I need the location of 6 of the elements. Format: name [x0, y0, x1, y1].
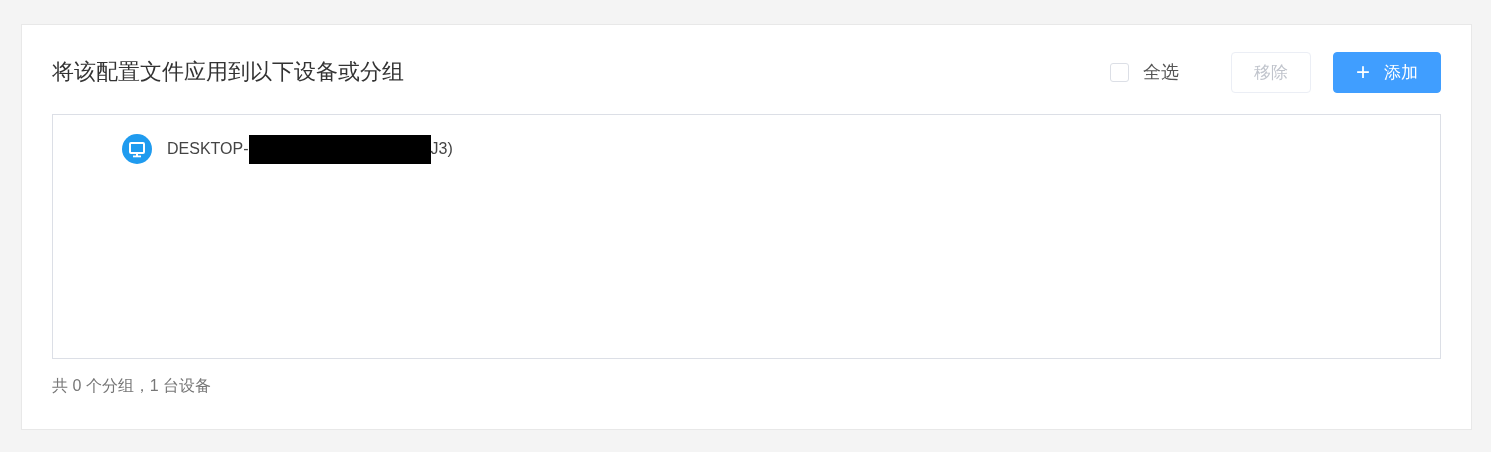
- monitor-icon: [122, 134, 152, 164]
- select-all-label[interactable]: 全选: [1143, 60, 1179, 84]
- select-all-checkbox[interactable]: [1110, 62, 1129, 82]
- device-name[interactable]: DESKTOP- J3): [167, 134, 453, 164]
- summary-text: 共 0 个分组，1 台设备: [52, 376, 213, 396]
- panel-title: 将该配置文件应用到以下设备或分组: [52, 58, 405, 86]
